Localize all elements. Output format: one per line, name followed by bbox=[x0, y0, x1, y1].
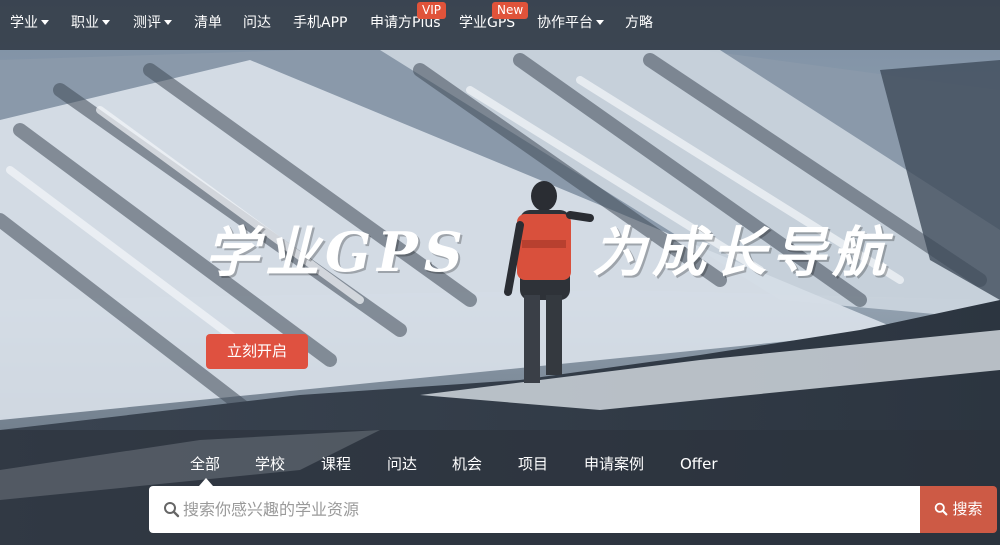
nav-item-label: 学业 bbox=[10, 15, 38, 31]
search-box bbox=[149, 486, 920, 533]
search-tab-offer[interactable]: Offer bbox=[680, 455, 718, 473]
nav-item-app[interactable]: 手机APP bbox=[293, 14, 347, 32]
search-icon bbox=[935, 502, 948, 516]
top-navigation: 学业 职业 测评 清单 问达 手机APP 申请方Plus VIP 学业GPS N… bbox=[0, 0, 1000, 50]
nav-item-label: 协作平台 bbox=[537, 15, 593, 31]
search-input[interactable] bbox=[183, 486, 903, 533]
caret-down-icon bbox=[164, 20, 172, 25]
hero-title-left: 学业GPS bbox=[205, 220, 469, 284]
nav-item-label: 方略 bbox=[625, 15, 653, 31]
nav-item-fanglue[interactable]: 方略 bbox=[625, 14, 653, 32]
caret-down-icon bbox=[102, 20, 110, 25]
caret-down-icon bbox=[41, 20, 49, 25]
nav-item-zhiye[interactable]: 职业 bbox=[71, 14, 110, 32]
nav-item-label: 清单 bbox=[194, 15, 222, 31]
hero-title-right: 为成长导航 bbox=[592, 220, 892, 284]
vip-badge: VIP bbox=[417, 2, 446, 19]
page: 学业 职业 测评 清单 问达 手机APP 申请方Plus VIP 学业GPS N… bbox=[0, 0, 1000, 545]
search-icon bbox=[164, 502, 180, 518]
nav-item-label: 问达 bbox=[243, 15, 271, 31]
search-tab-cases[interactable]: 申请案例 bbox=[584, 455, 644, 473]
nav-item-label: 职业 bbox=[71, 15, 99, 31]
search-tab-projects[interactable]: 项目 bbox=[518, 455, 548, 473]
search-tab-wenda[interactable]: 问达 bbox=[387, 455, 417, 473]
start-now-button[interactable]: 立刻开启 bbox=[206, 334, 308, 369]
search-tab-all[interactable]: 全部 bbox=[190, 455, 220, 473]
nav-item-collab[interactable]: 协作平台 bbox=[537, 14, 604, 32]
nav-item-label: 测评 bbox=[133, 15, 161, 31]
new-badge: New bbox=[492, 2, 529, 19]
search-tab-opportunities[interactable]: 机会 bbox=[452, 455, 482, 473]
nav-item-wenda[interactable]: 问达 bbox=[243, 14, 271, 32]
nav-item-xueye[interactable]: 学业 bbox=[10, 14, 49, 32]
caret-down-icon bbox=[596, 20, 604, 25]
search-tab-schools[interactable]: 学校 bbox=[255, 455, 285, 473]
search-button-label: 搜索 bbox=[952, 500, 983, 518]
search-button[interactable]: 搜索 bbox=[920, 486, 997, 533]
search-tab-courses[interactable]: 课程 bbox=[321, 455, 351, 473]
nav-item-ceping[interactable]: 测评 bbox=[133, 14, 172, 32]
active-tab-pointer bbox=[199, 478, 213, 486]
nav-item-qingdan[interactable]: 清单 bbox=[194, 14, 222, 32]
nav-item-label: 手机APP bbox=[293, 15, 348, 31]
